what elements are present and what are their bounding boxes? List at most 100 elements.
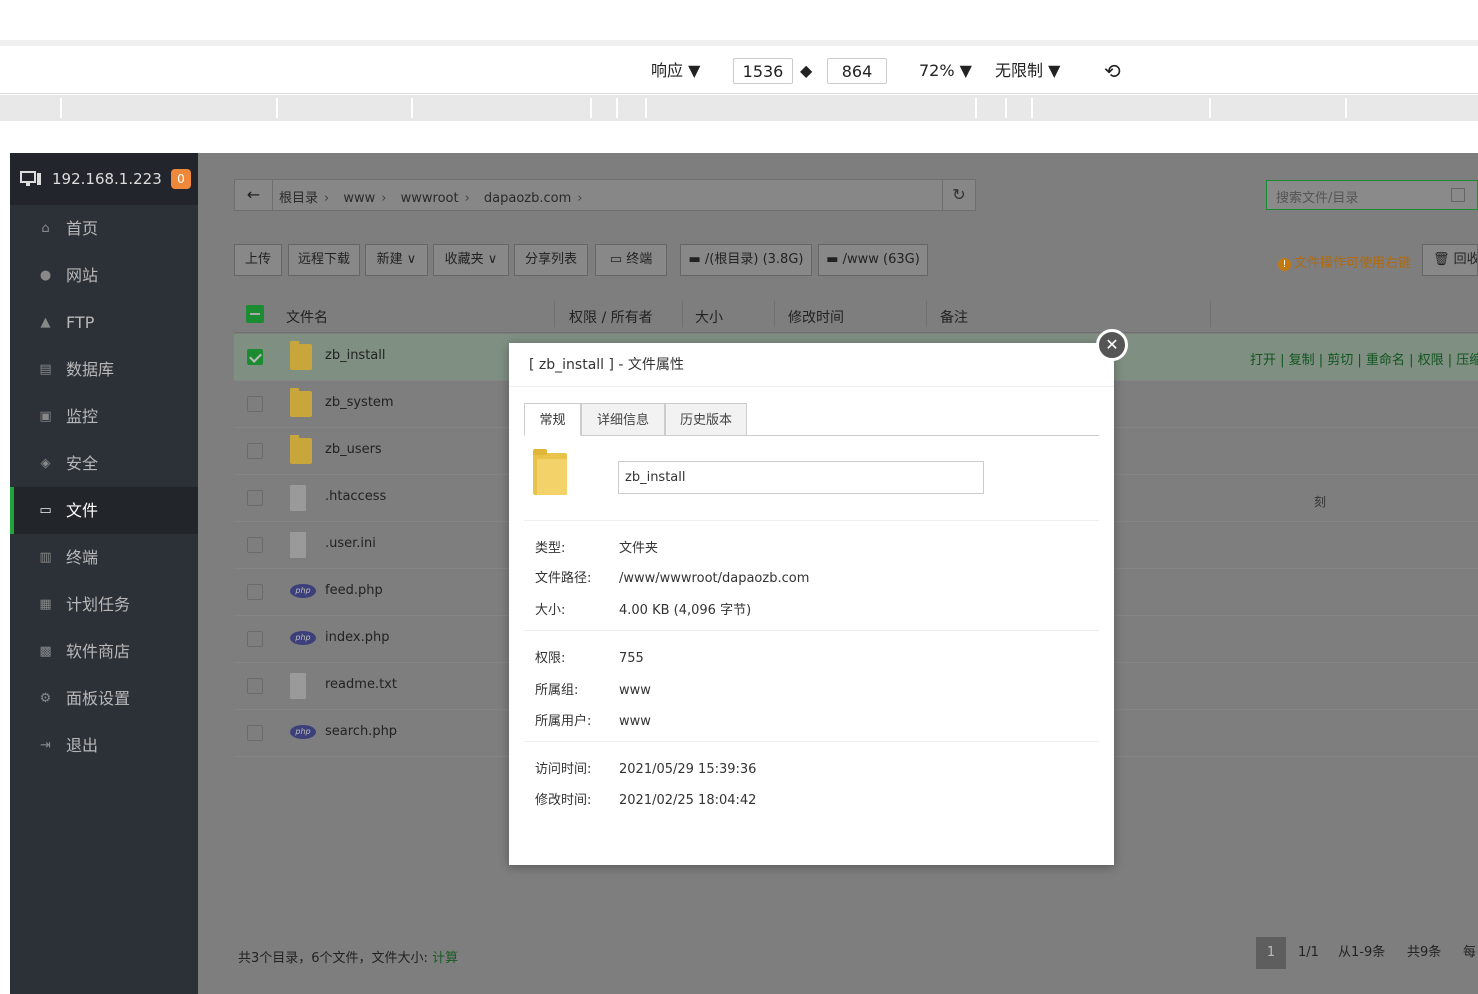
col-size[interactable]: 大小 [695,307,723,327]
upload-button[interactable]: 上传 [234,244,282,276]
grid-icon: ▩ [39,644,52,659]
file-name[interactable]: .htaccess [325,489,386,504]
folder-icon [533,449,567,495]
prop-path: 文件路径: /www/wwwroot/dapaozb.com [535,567,809,586]
filename-input[interactable] [618,461,984,494]
breadcrumb-item-www[interactable]: www [343,191,375,206]
server-header: 192.168.1.223 0 [10,153,198,205]
search-input[interactable]: 搜索文件/目录 [1266,180,1478,210]
rotate-icon[interactable]: ⟲ [1104,58,1121,84]
prop-size: 大小: 4.00 KB (4,096 字节) [535,599,751,618]
calendar-icon: ▦ [39,597,52,612]
tab-history[interactable]: 历史版本 [665,403,747,436]
file-name[interactable]: readme.txt [325,677,397,692]
page-current[interactable]: 1 [1256,937,1286,969]
media-query-ruler [0,95,1478,121]
new-dropdown-button[interactable]: 新建 ∨ [365,244,428,276]
prop-value: 4.00 KB (4,096 字节) [619,603,752,618]
file-name[interactable]: zb_install [325,348,386,363]
page-range: 从1-9条 [1338,945,1386,960]
sidebar-item-settings[interactable]: ⚙ 面板设置 [10,675,198,722]
sidebar-item-security[interactable]: ◈ 安全 [10,440,198,487]
swap-dimensions-icon[interactable]: ◆ [800,58,820,84]
sidebar-item-monitor[interactable]: ▣ 监控 [10,393,198,440]
breadcrumb: ← 根目录 › www › wwwroot › dapaozb.com › [234,179,976,211]
row-checkbox[interactable] [247,631,263,647]
sidebar-item-logout[interactable]: ⇥ 退出 [10,722,198,769]
tab-general[interactable]: 常规 [524,403,581,436]
tab-details[interactable]: 详细信息 [581,403,665,436]
row-checkbox[interactable] [247,537,263,553]
info-icon: ! [1278,258,1291,271]
col-mtime[interactable]: 修改时间 [788,307,844,327]
sidebar-item-website[interactable]: ● 网站 [10,252,198,299]
favorites-dropdown-button[interactable]: 收藏夹 ∨ [433,244,509,276]
width-input[interactable]: 1536 [733,58,793,84]
file-name[interactable]: zb_system [325,395,394,410]
row-checkbox[interactable] [247,443,263,459]
row-checkbox[interactable] [247,678,263,694]
row-checkbox[interactable] [247,396,263,412]
sidebar-item-files[interactable]: ▭ 文件 [10,487,198,534]
sidebar-item-database[interactable]: ▤ 数据库 [10,346,198,393]
file-name[interactable]: feed.php [325,583,383,598]
back-arrow-icon[interactable]: ← [235,180,273,210]
gear-icon: ⚙ [39,691,52,706]
document-icon [290,673,306,699]
terminal-button[interactable]: ▭ 终端 [595,244,667,276]
share-list-button[interactable]: 分享列表 [514,244,588,276]
col-permission[interactable]: 权限 / 所有者 [569,307,653,327]
monitor-icon: ▣ [39,409,52,424]
file-name[interactable]: index.php [325,630,389,645]
col-filename[interactable]: 文件名 [286,307,328,327]
sidebar-item-ftp[interactable]: ▲ FTP [10,299,198,346]
throttle-dropdown[interactable]: 无限制 ▼ [995,58,1060,84]
prop-mtime: 修改时间: 2021/02/25 18:04:42 [535,789,756,808]
sidebar-item-store[interactable]: ▩ 软件商店 [10,628,198,675]
sidebar: 192.168.1.223 0 ⌂ 首页 ● 网站 ▲ FTP ▤ 数据库 ▣ 监控 ◈ 安… [10,153,198,994]
chevron-right-icon: › [577,191,583,206]
sidebar-item-cron[interactable]: ▦ 计划任务 [10,581,198,628]
search-subdir-checkbox[interactable] [1451,188,1465,202]
file-name[interactable]: .user.ini [325,536,376,551]
recycle-bin-button[interactable]: 🗑 回收 [1422,244,1478,276]
file-name[interactable]: search.php [325,724,397,739]
zoom-dropdown[interactable]: 72% ▼ [919,58,972,84]
remote-download-button[interactable]: 远程下载 [288,244,360,276]
sidebar-item-label: 数据库 [66,360,115,379]
user-icon: ▲ [40,315,51,330]
breadcrumb-item-site[interactable]: dapaozb.com [484,191,571,206]
responsive-dropdown[interactable]: 响应 ▼ [651,58,700,84]
breadcrumb-item-root[interactable]: 根目录 [279,191,318,206]
prop-label: 权限: [535,651,566,666]
prop-value: 2021/02/25 18:04:42 [619,793,757,808]
prop-label: 文件路径: [535,571,592,586]
prop-value: www [619,683,651,698]
refresh-icon[interactable]: ↻ [942,179,976,211]
disk-www-button[interactable]: ▬ /www (63G) [818,244,928,276]
row-actions[interactable]: 打开 | 复制 | 剪切 | 重命名 | 权限 | 压缩 | [1250,349,1478,368]
sidebar-item-terminal[interactable]: ▥ 终端 [10,534,198,581]
sidebar-item-label: 文件 [66,501,99,520]
row-checkbox[interactable] [247,725,263,741]
prop-value: /www/wwwroot/dapaozb.com [619,571,810,586]
row-checkbox[interactable] [247,584,263,600]
folder-icon [290,388,312,417]
calculate-size-link[interactable]: 计算 [432,951,458,966]
shield-icon: ◈ [40,456,51,471]
sidebar-item-home[interactable]: ⌂ 首页 [10,205,198,252]
prop-label: 所属用户: [535,714,592,729]
server-ip: 192.168.1.223 [52,170,162,188]
breadcrumb-item-wwwroot[interactable]: wwwroot [401,191,459,206]
file-name[interactable]: zb_users [325,442,382,457]
close-icon[interactable]: ✕ [1096,329,1128,361]
row-checkbox[interactable] [247,349,263,365]
message-badge[interactable]: 0 [171,169,191,189]
column-divider [554,301,555,327]
height-input[interactable]: 864 [827,58,887,84]
select-all-checkbox[interactable] [246,305,264,323]
disk-root-button[interactable]: ▬ /(根目录) (3.8G) [680,244,812,276]
file-properties-dialog: [ zb_install ] - 文件属性 常规 详细信息 历史版本 类型: 文件… [509,343,1114,865]
folder-icon [290,341,312,370]
row-checkbox[interactable] [247,490,263,506]
